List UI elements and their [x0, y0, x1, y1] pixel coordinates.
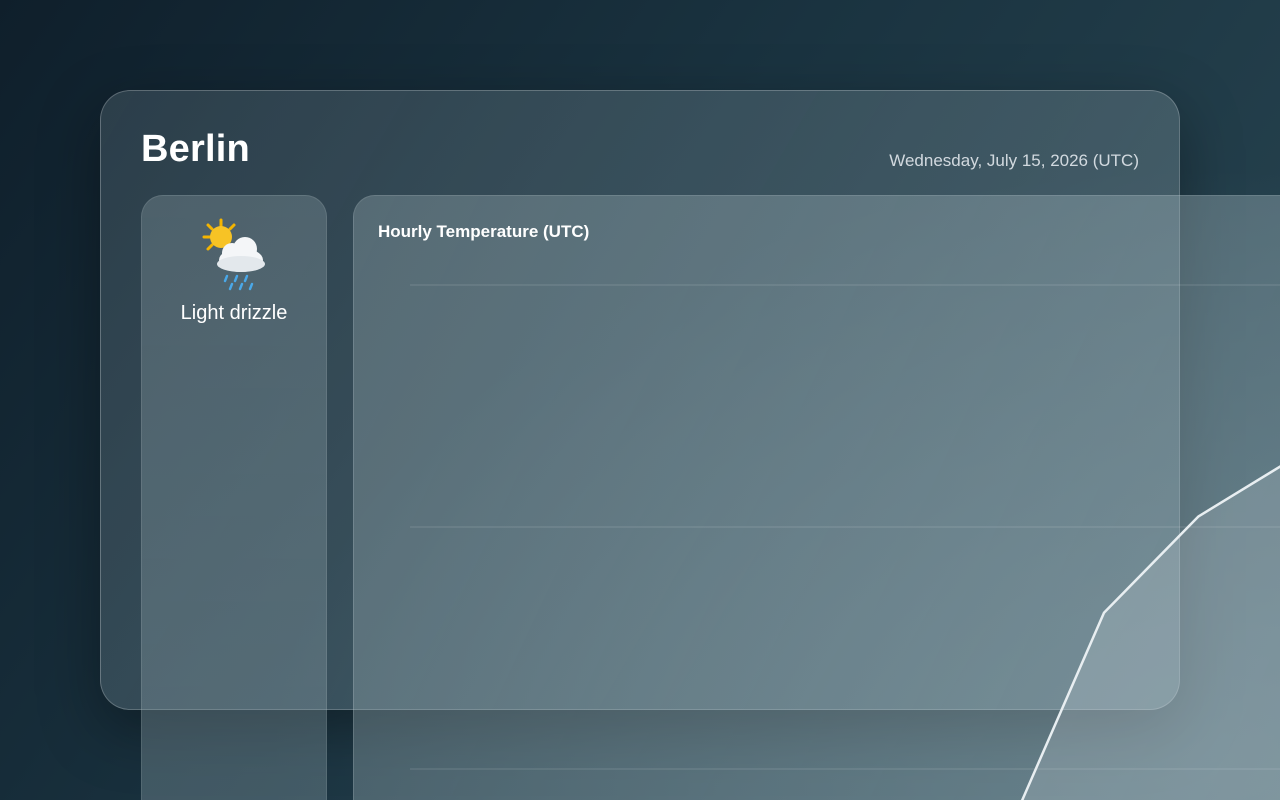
condition-label: Light drizzle: [180, 302, 288, 324]
sun-behind-rain-cloud-icon: [202, 218, 265, 291]
temperature-area: [1022, 466, 1280, 800]
current-conditions-panel: Light drizzle: [141, 195, 327, 800]
city-name: Berlin: [141, 128, 250, 170]
date-label: Wednesday, July 15, 2026 (UTC): [889, 151, 1139, 170]
hourly-temperature-chart: Hourly Temperature (UTC): [353, 195, 1280, 800]
temperature-series: [1020, 465, 1280, 800]
chart-canvas: [410, 284, 1280, 800]
